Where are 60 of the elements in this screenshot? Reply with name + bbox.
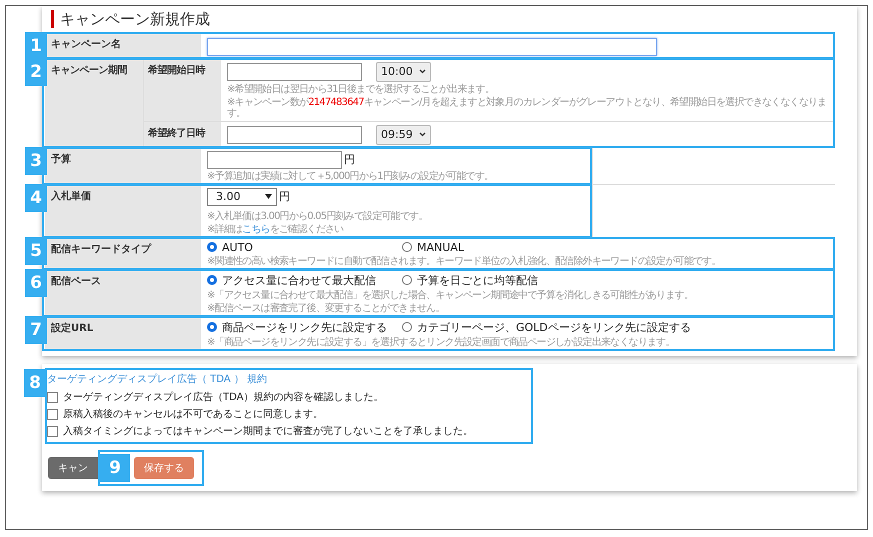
help-note: ※詳細はこちらをご確認ください: [207, 224, 344, 234]
radio-option[interactable]: アクセス量に合わせて最大配信: [207, 272, 402, 288]
bid-select[interactable]: 3.00: [207, 188, 277, 206]
help-note: ※希望開始日は翌日から31日後までを選択することが出来ます。: [227, 84, 496, 94]
step-badge: 4: [25, 184, 47, 212]
help-note: ※予算追加は実績に対して＋5,000円から1円刻みの設定が可能です。: [207, 170, 494, 182]
radio-option[interactable]: 予算を日ごとに均等配信: [402, 272, 829, 288]
unit-label: 円: [344, 152, 355, 167]
caret-icon: [418, 69, 426, 74]
unit-label: 円: [279, 189, 290, 204]
field-label: 希望終了日時: [143, 122, 221, 146]
radio-option[interactable]: カテゴリーページ、GOLDページをリンク先に設定する: [402, 320, 829, 334]
radio-icon[interactable]: [207, 275, 217, 285]
field-label: キャンペーン期間: [45, 58, 143, 146]
radio-option[interactable]: MANUAL: [402, 240, 829, 254]
step-badge: 6: [25, 268, 47, 296]
help-note: ※「アクセス量に合わせて最大配信」を選択した場合、キャンペーン期間途中で予算を消化しきる可能性があります。: [207, 290, 694, 300]
help-note: ※関連性の高い検索キーワードに自動で配信されます。キーワード単位の入札強化、配信除外キーワードの設定が可能です。: [207, 256, 722, 266]
help-note: ※入札単価は3.00円から0.05円刻みで設定可能です。: [207, 210, 429, 222]
field-label: 希望開始日時: [143, 58, 221, 120]
agreement-checkbox[interactable]: ターゲティングディスプレイ広告（TDA）規約の内容を確認しました。: [47, 388, 384, 406]
checkbox-icon[interactable]: [47, 426, 58, 436]
field-label: 入札単価: [45, 184, 201, 236]
page-title: キャンペーン新規作成: [51, 10, 835, 28]
step-badge: 7: [25, 316, 47, 344]
field-label: 配信ペース: [45, 270, 201, 316]
help-note: ※「商品ページをリンク先に設定する」を選択するとリンク先設定画面で商品ページしか設定出来なくなります。: [207, 336, 676, 348]
step-badge: 1: [25, 32, 47, 60]
help-note: ※キャンペーン数が2147483647キャンペーン/月を超えますと対象月のカレンダーがグレーアウトとなり、希望開始日を選択できなくなくなります。: [227, 96, 828, 118]
step-badge: 3: [25, 146, 47, 174]
radio-icon[interactable]: [402, 322, 412, 332]
checkbox-icon[interactable]: [47, 392, 58, 402]
radio-icon[interactable]: [207, 322, 217, 332]
help-note: ※配信ペースは審査完了後、変更することができません。: [207, 302, 446, 314]
date-input[interactable]: [227, 62, 362, 80]
campaign-name-input[interactable]: [207, 38, 657, 56]
agreement-checkbox[interactable]: 原稿入稿後のキャンセルは不可であることに同意します。: [47, 406, 323, 422]
radio-icon[interactable]: [402, 275, 412, 285]
radio-icon[interactable]: [207, 242, 217, 252]
field-label: 予算: [45, 148, 201, 184]
field-label: キャンペーン名: [45, 33, 201, 58]
checkbox-icon[interactable]: [47, 408, 58, 420]
radio-option[interactable]: 商品ページをリンク先に設定する: [207, 320, 402, 334]
field-label: 設定URL: [45, 316, 201, 350]
caret-icon: [418, 132, 426, 137]
date-input[interactable]: [227, 126, 362, 144]
field-label: 配信キーワードタイプ: [45, 238, 201, 268]
budget-input[interactable]: [207, 150, 342, 168]
radio-icon[interactable]: [402, 242, 412, 252]
agreement-checkbox[interactable]: 入稿タイミングによってはキャンペーン期間までに審査が完了しないことを了承しました。: [47, 422, 473, 440]
time-select[interactable]: 10:00: [376, 62, 431, 82]
radio-option[interactable]: AUTO: [207, 240, 402, 254]
step-badge: 5: [25, 236, 47, 264]
step-badge: 8: [24, 368, 46, 396]
cancel-button[interactable]: キャン: [48, 456, 98, 478]
caret-icon: [265, 194, 272, 199]
terms-link[interactable]: ターゲティングディスプレイ広告（ TDA ） 規約: [47, 372, 268, 386]
time-select[interactable]: 09:59: [376, 124, 431, 144]
step-badge: 2: [25, 58, 47, 86]
step-badge: 9: [100, 454, 130, 482]
